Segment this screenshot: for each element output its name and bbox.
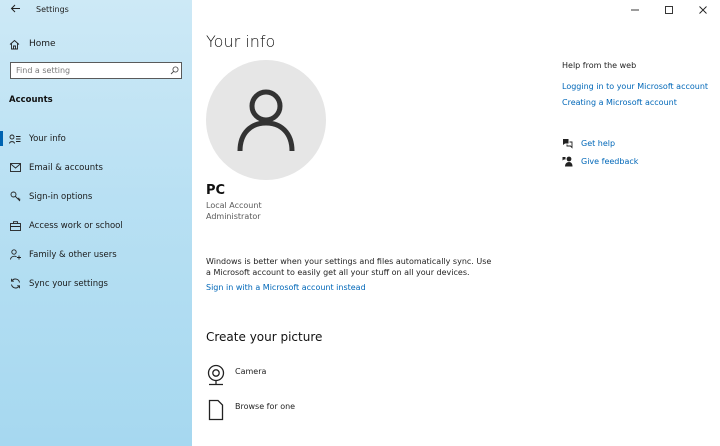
key-icon xyxy=(9,191,21,203)
sidebar: Settings Home Accounts Your info Email &… xyxy=(0,0,192,446)
feedback-icon xyxy=(562,156,573,167)
sidebar-item-your-info[interactable]: Your info xyxy=(0,124,192,153)
home-nav[interactable]: Home xyxy=(9,37,56,51)
browse-label: Browse for one xyxy=(235,402,296,411)
give-feedback-link[interactable]: Give feedback xyxy=(562,156,638,167)
close-icon xyxy=(699,6,707,14)
home-label: Home xyxy=(29,39,56,49)
file-icon xyxy=(206,399,226,421)
search-box[interactable] xyxy=(10,62,182,79)
sidebar-nav: Your info Email & accounts Sign-in optio… xyxy=(0,124,192,298)
sidebar-item-family-other-users[interactable]: Family & other users xyxy=(0,240,192,269)
maximize-icon xyxy=(665,6,673,14)
avatar xyxy=(206,60,326,180)
camera-label: Camera xyxy=(235,367,267,376)
close-button[interactable] xyxy=(686,0,720,20)
briefcase-icon xyxy=(9,220,21,232)
minimize-icon xyxy=(631,9,639,11)
give-feedback-label: Give feedback xyxy=(581,157,639,166)
sidebar-item-label: Sync your settings xyxy=(29,278,108,289)
help-link-logging-in[interactable]: Logging in to your Microsoft account xyxy=(562,82,708,91)
get-help-link[interactable]: Get help xyxy=(562,138,615,149)
app-title: Settings xyxy=(36,5,69,14)
search-input[interactable] xyxy=(11,63,167,78)
person-list-icon xyxy=(9,133,21,145)
sidebar-item-sign-in-options[interactable]: Sign-in options xyxy=(0,182,192,211)
sidebar-item-access-work-school[interactable]: Access work or school xyxy=(0,211,192,240)
add-person-icon xyxy=(9,249,21,261)
maximize-button[interactable] xyxy=(652,0,686,20)
help-heading: Help from the web xyxy=(562,61,637,70)
minimize-button[interactable] xyxy=(618,0,652,20)
sidebar-item-label: Your info xyxy=(29,133,66,144)
back-arrow-icon xyxy=(10,4,20,13)
sidebar-item-label: Family & other users xyxy=(29,249,117,260)
mail-icon xyxy=(9,162,21,174)
title-bar: Settings xyxy=(0,0,192,20)
search-icon[interactable] xyxy=(167,63,181,78)
help-link-creating-account[interactable]: Creating a Microsoft account xyxy=(562,98,677,107)
account-type: Local Account xyxy=(206,201,262,210)
sidebar-item-email-accounts[interactable]: Email & accounts xyxy=(0,153,192,182)
home-icon xyxy=(9,39,20,49)
sync-icon xyxy=(9,278,21,290)
back-button[interactable] xyxy=(8,3,22,17)
sync-message: Windows is better when your settings and… xyxy=(206,257,492,277)
page-title: Your info xyxy=(206,32,276,51)
get-help-label: Get help xyxy=(581,139,616,148)
account-role: Administrator xyxy=(206,212,261,221)
camera-option[interactable]: Camera xyxy=(206,364,266,388)
window-controls xyxy=(618,0,720,20)
user-silhouette-icon xyxy=(237,89,295,152)
create-picture-heading: Create your picture xyxy=(206,330,323,344)
sidebar-item-label: Access work or school xyxy=(29,220,123,231)
camera-icon xyxy=(206,364,226,386)
microsoft-signin-link[interactable]: Sign in with a Microsoft account instead xyxy=(206,283,366,292)
get-help-icon xyxy=(562,138,573,149)
sidebar-item-sync-settings[interactable]: Sync your settings xyxy=(0,269,192,298)
user-name: PC xyxy=(206,183,226,198)
browse-option[interactable]: Browse for one xyxy=(206,399,295,423)
sidebar-item-label: Sign-in options xyxy=(29,191,93,202)
sidebar-item-label: Email & accounts xyxy=(29,162,103,173)
section-heading: Accounts xyxy=(9,95,53,105)
